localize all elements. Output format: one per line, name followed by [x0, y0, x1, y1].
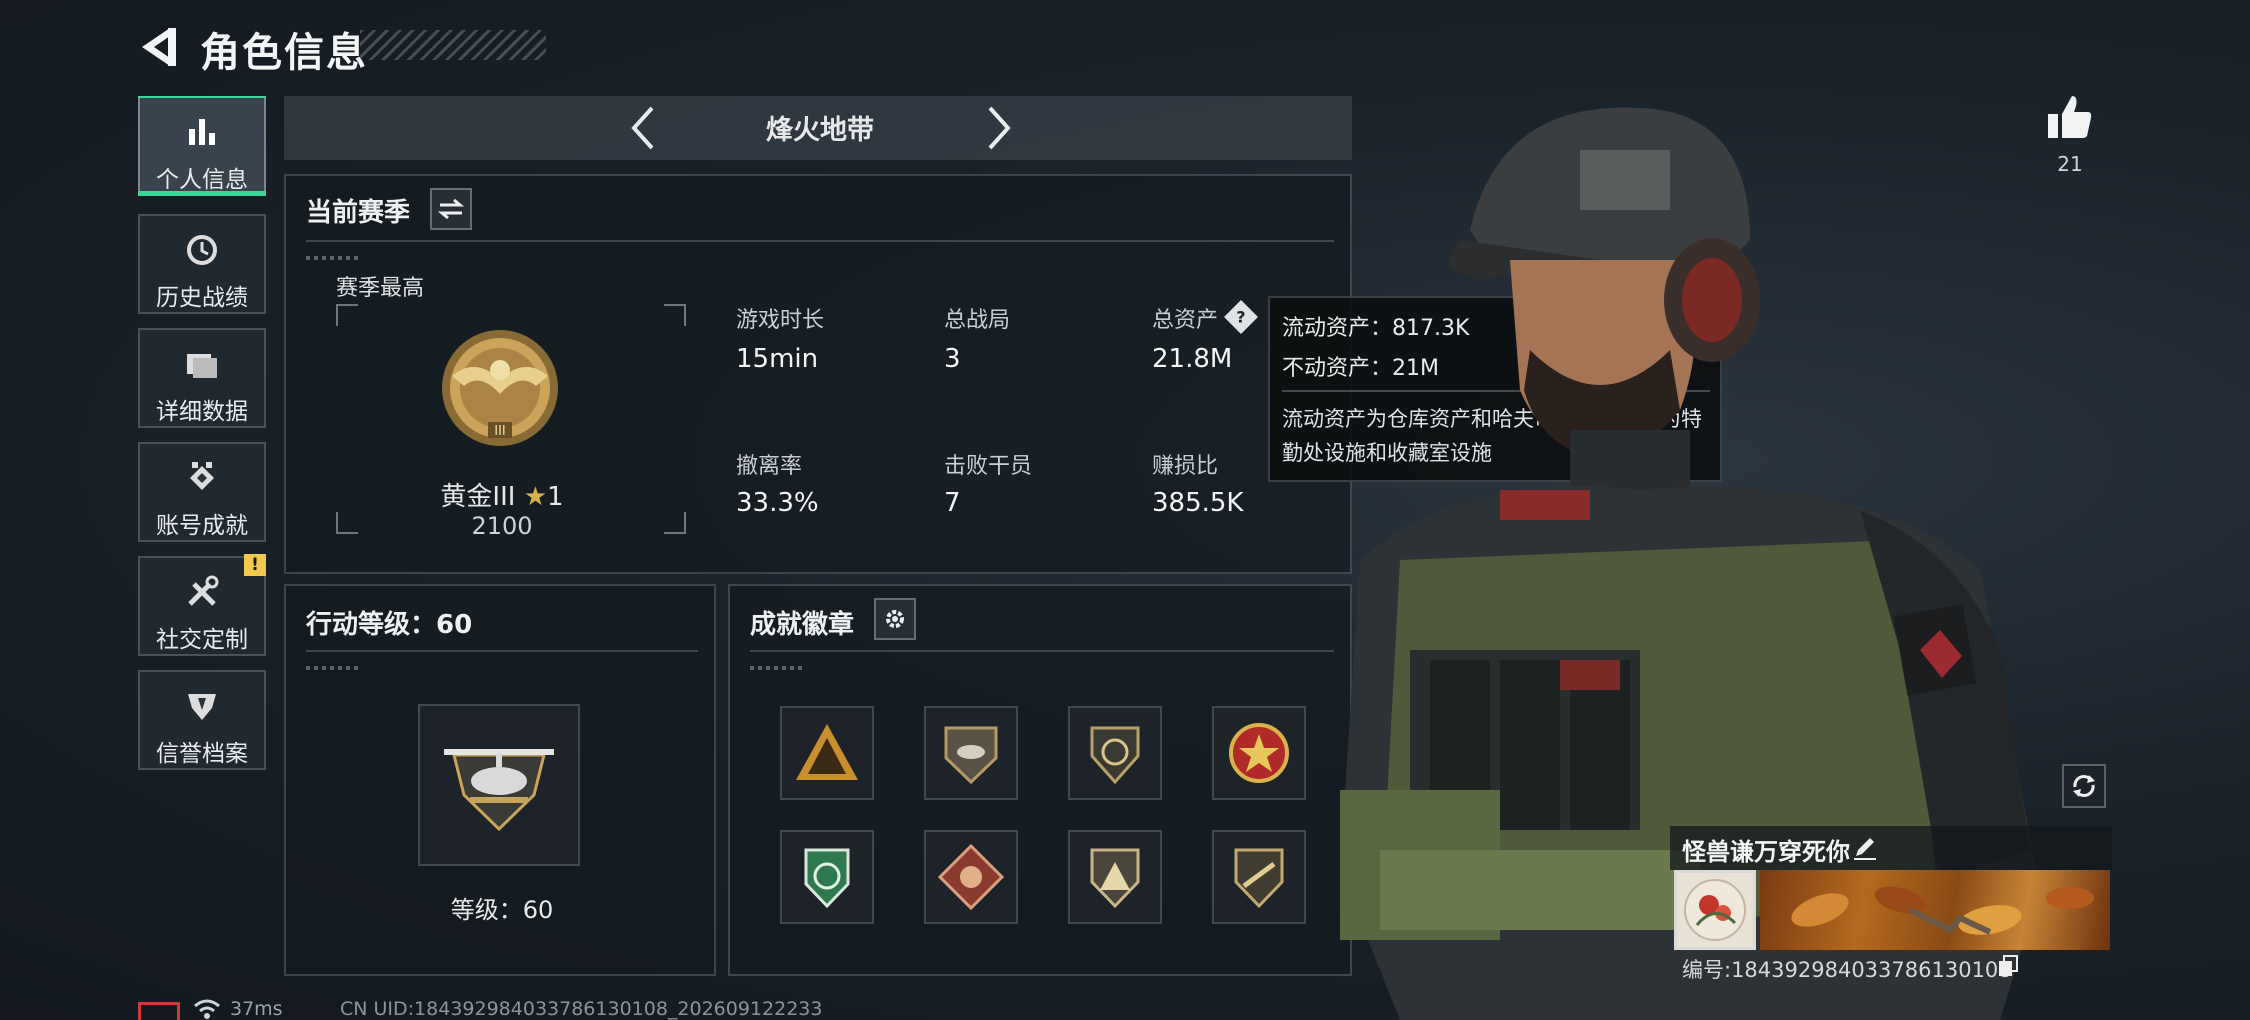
rank-stars: 1	[547, 482, 564, 512]
season-panel: 当前赛季 赛季最高 III 黄金III ★1 2100 游戏时长 15min 总…	[284, 174, 1352, 574]
sidebar-item-personal-info[interactable]: 个人信息	[138, 96, 266, 196]
player-avatar[interactable]	[1674, 870, 1756, 950]
level-emblem-frame	[418, 704, 580, 866]
stat-label-extract-rate: 撤离率	[736, 454, 803, 479]
rank-name: 黄金III	[440, 482, 516, 512]
achievement-badge[interactable]	[924, 830, 1018, 924]
stat-value-kills: 7	[944, 488, 961, 518]
network-ping: 37ms	[230, 998, 283, 1020]
stat-label-playtime: 游戏时长	[736, 308, 825, 333]
chevron-left-icon[interactable]	[620, 100, 670, 156]
chevron-right-icon[interactable]	[972, 100, 1022, 156]
folder-icon	[182, 344, 222, 384]
achievement-icon	[182, 458, 222, 498]
achievement-badge[interactable]	[1212, 706, 1306, 800]
action-level-panel: 行动等级：60 等级：60	[284, 584, 716, 976]
achievement-badge[interactable]	[924, 706, 1018, 800]
dragon-diamond-badge-icon	[937, 843, 1005, 911]
rotate-model-button[interactable]	[2062, 764, 2106, 808]
player-id: 编号:1843929840337861301​08	[1682, 958, 2012, 982]
weapon-shield-badge-icon	[1090, 726, 1140, 785]
stat-value-extract-rate: 33.3%	[736, 488, 819, 518]
floral-avatar-image	[1684, 879, 1746, 941]
stat-label-kills: 击败干员	[944, 454, 1033, 479]
warning-badge: !	[244, 554, 266, 576]
season-title: 当前赛季	[306, 198, 411, 228]
player-name: 怪兽谦万穿死你	[1682, 838, 1850, 866]
rank-score: 2100	[471, 512, 533, 540]
divider	[306, 650, 698, 652]
mountain-shield-badge-icon	[1090, 848, 1140, 909]
tools-icon	[182, 572, 222, 612]
gold-rank-emblem: III	[442, 330, 558, 446]
frame-corner	[664, 304, 686, 326]
swap-icon	[438, 198, 464, 220]
helicopter-shield-badge-icon	[944, 726, 998, 785]
back-arrow-icon[interactable]	[132, 22, 182, 72]
divider	[750, 650, 1334, 652]
autumn-leaves-banner-image	[1791, 886, 2094, 935]
rotate-icon	[2073, 775, 2095, 797]
stat-value-profit-loss: 385.5K	[1152, 488, 1244, 518]
sidebar-item-reputation-file[interactable]: 信誉档案	[138, 670, 266, 770]
player-banner	[1760, 870, 2110, 950]
level-label: 等级：60	[450, 896, 554, 924]
stat-value-total-matches: 3	[944, 344, 961, 374]
svg-text:III: III	[494, 424, 506, 439]
bar-chart-icon	[182, 112, 222, 152]
gear-icon	[886, 610, 904, 628]
help-icon[interactable]: ?	[1224, 300, 1258, 334]
wifi-icon	[194, 999, 220, 1019]
sidebar-item-label: 社交定制	[156, 627, 248, 653]
stat-label-total-assets: 总资产	[1152, 308, 1219, 333]
season-best-label: 赛季最高	[336, 276, 425, 301]
battery-icon	[138, 1002, 180, 1020]
page-title: 角色信息	[200, 30, 368, 76]
sidebar-item-detailed-data[interactable]: 详细数据	[138, 328, 266, 428]
sidebar-item-account-achievements[interactable]: 账号成就	[138, 442, 266, 542]
stat-label-total-matches: 总战局	[944, 308, 1011, 333]
sidebar-item-label: 详细数据	[156, 399, 248, 425]
history-icon	[182, 230, 222, 270]
achievement-badge[interactable]	[1068, 706, 1162, 800]
helicopter-emblem-icon	[444, 749, 554, 832]
stat-label-profit-loss: 赚损比	[1152, 454, 1219, 479]
edit-pencil-icon[interactable]	[1850, 832, 1880, 862]
achievement-badge[interactable]	[780, 830, 874, 924]
decoration-dots	[306, 256, 362, 260]
red-star-medal-icon	[1229, 723, 1289, 783]
decoration-dots	[750, 666, 806, 670]
switch-season-button[interactable]	[430, 188, 472, 230]
sidebar-item-history[interactable]: 历史战绩	[138, 214, 266, 314]
rank-line: 黄金III ★1	[286, 476, 718, 513]
achievement-title: 成就徽章	[750, 610, 855, 640]
shield-icon	[182, 686, 222, 726]
sidebar-item-social-customization[interactable]: ! 社交定制	[138, 554, 266, 656]
sidebar-item-label: 账号成就	[156, 513, 248, 539]
achievement-badges-panel: 成就徽章	[728, 584, 1352, 976]
achievement-settings-button[interactable]	[874, 598, 916, 640]
sidebar-item-label: 个人信息	[156, 167, 248, 193]
footer-uid: CN UID:1843929840337861301​08_2026091222…	[340, 998, 823, 1020]
green-shield-badge-icon	[804, 848, 850, 909]
sidebar-item-label: 信誉档案	[156, 741, 248, 767]
triangle-squad-badge-icon	[796, 724, 858, 780]
decoration-dots	[306, 666, 362, 670]
star-icon: ★	[523, 482, 548, 512]
action-level-title: 行动等级：60	[306, 610, 473, 640]
achievement-badge[interactable]	[1212, 830, 1306, 924]
stat-value-playtime: 15min	[736, 344, 819, 374]
copy-icon[interactable]	[1996, 954, 2020, 978]
frame-corner	[336, 304, 358, 326]
achievement-badge[interactable]	[780, 706, 874, 800]
divider	[306, 240, 1334, 242]
title-decoration	[360, 30, 546, 60]
stat-value-total-assets: 21.8M	[1152, 344, 1233, 374]
rifle-shield-badge-icon	[1234, 848, 1284, 909]
sidebar-item-label: 历史战绩	[156, 285, 248, 311]
achievement-badge[interactable]	[1068, 830, 1162, 924]
mode-title: 烽火地带	[766, 115, 874, 146]
